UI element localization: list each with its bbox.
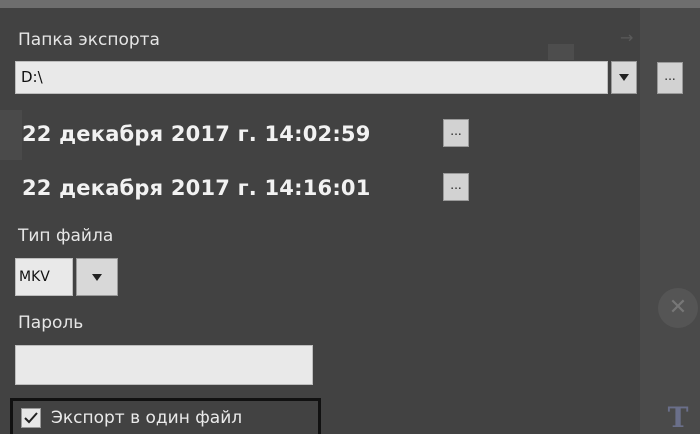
background-arrow-icon: →	[620, 28, 634, 47]
period-start: 22 декабря 2017 г. 14:02:59	[22, 122, 371, 146]
export-folder-input[interactable]: D:\	[15, 61, 608, 94]
check-icon	[24, 411, 38, 423]
close-icon[interactable]: ✕	[658, 288, 698, 328]
password-input[interactable]	[15, 345, 313, 385]
export-folder-browse-button[interactable]: ...	[657, 62, 683, 94]
export-folder-label: Папка экспорта	[18, 30, 160, 50]
file-type-label: Тип файла	[18, 226, 114, 246]
period-end-edit-button[interactable]: ...	[443, 173, 469, 201]
single-file-option[interactable]: Экспорт в один файл	[10, 398, 321, 434]
chevron-down-icon	[619, 74, 629, 81]
background-element	[548, 44, 574, 60]
text-tool-icon[interactable]: T	[658, 402, 698, 434]
period-start-edit-button[interactable]: ...	[443, 119, 469, 147]
chevron-down-icon	[92, 273, 102, 281]
period-end: 22 декабря 2017 г. 14:16:01	[22, 176, 371, 200]
window-top-strip	[0, 0, 700, 8]
single-file-label: Экспорт в один файл	[51, 407, 243, 428]
file-type-dropdown-button[interactable]	[76, 258, 118, 296]
single-file-checkbox[interactable]	[21, 407, 41, 428]
file-type-select[interactable]: MKV	[15, 258, 73, 296]
password-label: Пароль	[18, 313, 84, 333]
background-element	[0, 110, 22, 160]
export-folder-dropdown-button[interactable]	[611, 61, 637, 94]
